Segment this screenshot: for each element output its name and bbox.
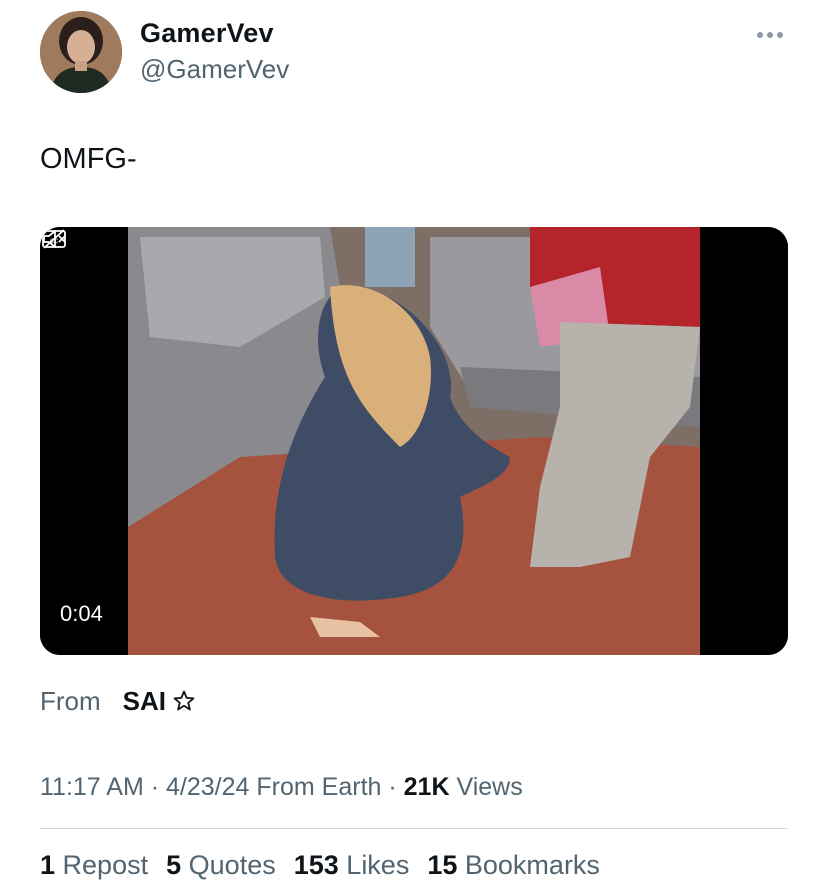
reposts-stat[interactable]: 1 Repost xyxy=(40,850,148,881)
reposts-count: 1 xyxy=(40,850,56,880)
ellipsis-icon[interactable] xyxy=(752,24,788,46)
dot xyxy=(777,32,783,38)
video-frame xyxy=(40,227,788,655)
likes-label: Likes xyxy=(346,850,410,880)
engagement-stats: 1 Repost 5 Quotes 153 Likes 15 Bookmarks xyxy=(40,850,600,881)
bookmarks-label: Bookmarks xyxy=(464,850,600,880)
video-player[interactable]: cc 0:04 xyxy=(40,227,788,655)
tweet-text: OMFG- xyxy=(40,143,137,175)
quotes-stat[interactable]: 5 Quotes xyxy=(166,850,276,881)
views-count: 21K xyxy=(403,773,450,801)
likes-count: 153 xyxy=(293,850,339,880)
display-name[interactable]: GamerVev xyxy=(140,18,274,49)
tweet-location: From Earth xyxy=(256,773,382,801)
media-source: From SAI xyxy=(40,686,196,717)
video-duration: 0:04 xyxy=(60,601,103,626)
user-handle[interactable]: @GamerVev xyxy=(140,54,289,85)
avatar[interactable] xyxy=(40,11,122,93)
divider xyxy=(40,828,788,829)
speaker-muted-icon[interactable] xyxy=(40,227,68,251)
quotes-count: 5 xyxy=(166,850,182,880)
dot xyxy=(767,32,773,38)
bookmarks-count: 15 xyxy=(427,850,458,880)
tweet-time[interactable]: 11:17 AM xyxy=(40,773,144,801)
dot xyxy=(757,32,763,38)
likes-stat[interactable]: 153 Likes xyxy=(294,850,410,881)
source-name[interactable]: SAI xyxy=(123,686,166,717)
tweet-date[interactable]: 4/23/24 xyxy=(166,773,249,801)
bookmarks-stat[interactable]: 15 Bookmarks xyxy=(427,850,600,881)
separator: · xyxy=(388,773,397,801)
separator: · xyxy=(150,773,160,801)
quotes-label: Quotes xyxy=(188,850,276,880)
profile-avatar-icon xyxy=(40,11,122,93)
from-label: From xyxy=(40,686,101,716)
views-label: Views xyxy=(456,773,523,801)
reposts-label: Repost xyxy=(62,850,149,880)
star-outline-icon xyxy=(173,690,195,711)
tweet-meta: 11:17 AM · 4/23/24 From Earth · 21K View… xyxy=(40,773,523,802)
